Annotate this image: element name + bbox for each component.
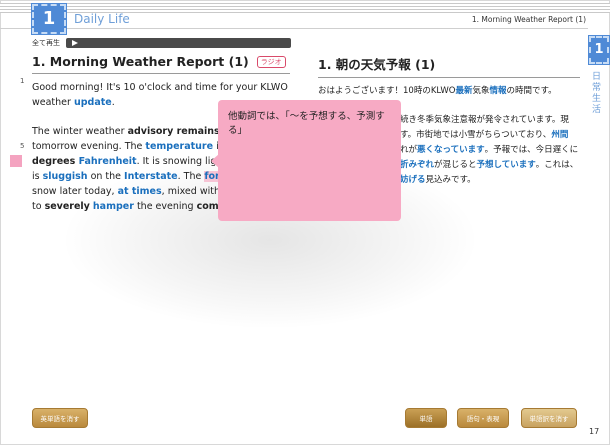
side-tab-label: 日常生活	[592, 72, 602, 115]
text-span: の時間です。	[506, 86, 557, 96]
text-span: .	[111, 97, 115, 108]
line-number: 1	[20, 77, 25, 85]
text-span: The winter weather	[32, 126, 128, 137]
japanese-title: 1. 朝の天気予報 (1)	[318, 54, 580, 78]
text-line: 妨げる見込みです。	[400, 173, 580, 188]
phrase-severely[interactable]: severely	[45, 201, 90, 212]
english-title: 1. Morning Weather Report (1) ラジオ	[32, 54, 290, 74]
text-line: Good morning! It's 10 o'clock and time f…	[32, 82, 288, 93]
play-all-label: 全て再生	[32, 39, 60, 47]
vocab-translation: 州間	[551, 130, 569, 140]
vocab-translation: 予想しています	[476, 160, 536, 170]
japanese-paragraph-1: おはようございます！10時のKLWO最新気象情報の時間です。	[318, 84, 580, 99]
vocab-word-temperature[interactable]: temperature	[145, 141, 213, 152]
hide-translations-button[interactable]: 単語訳を消す	[521, 408, 577, 428]
text-span: the evening	[133, 201, 197, 212]
vocab-translation: 最新	[455, 86, 473, 96]
text-span: す。市街地では小雪がちらついており、	[400, 130, 552, 140]
text-span: が混じると	[434, 160, 477, 170]
popup-text: 他動詞では、「〜を予想する、予測する」	[228, 111, 385, 136]
running-title: 1. Morning Weather Report (1)	[471, 15, 586, 24]
text-span: is	[32, 171, 43, 182]
text-span: weather	[32, 97, 74, 108]
text-line: す。市街地では小雪がちらついており、州間	[400, 128, 580, 143]
text-span: 。これは、	[535, 160, 579, 170]
text-line: 折みぞれが混じると予想しています。これは、	[400, 158, 580, 173]
vocab-translation: 悪くなっています	[417, 145, 485, 155]
vocab-translation: 妨げる	[400, 175, 426, 185]
vocab-translation: 折みぞれ	[400, 160, 435, 170]
vocab-word-sluggish[interactable]: sluggish	[43, 171, 88, 182]
text-span: れが	[400, 145, 418, 155]
text-line: 続き冬季気象注意報が発令されています。現	[400, 115, 569, 125]
line-number: 5	[20, 142, 25, 150]
text-span: . The	[177, 171, 205, 182]
chapter-badge: 1	[31, 3, 67, 35]
vocab-word-interstate[interactable]: Interstate	[124, 171, 178, 182]
text-span: おはようございます！10時のKLWO	[318, 86, 456, 96]
phrases-button[interactable]: 語句・表現	[457, 408, 509, 428]
radio-tag: ラジオ	[256, 55, 286, 68]
vocab-word-fahrenheit[interactable]: Fahrenheit	[79, 156, 137, 167]
vocab-word-update[interactable]: update	[74, 97, 112, 108]
text-span: , mixed with	[161, 186, 223, 197]
text-span: 見込みです。	[425, 175, 476, 185]
text-span: on the	[87, 171, 125, 182]
selection-marker	[10, 155, 22, 167]
play-icon	[72, 40, 78, 46]
vocab-translation: 情報	[489, 86, 507, 96]
text-span: snow later today,	[32, 186, 118, 197]
chapter-label: Daily Life	[74, 12, 130, 26]
side-tab-badge[interactable]: 1	[588, 35, 610, 65]
text-span: tomorrow evening. The	[32, 141, 146, 152]
text-line: れが悪くなっています。予報では、今日遅くに	[400, 143, 580, 158]
hide-english-words-button[interactable]: 英単語を消す	[32, 408, 88, 428]
words-button[interactable]: 単語	[405, 408, 447, 428]
play-all-row: 全て再生	[32, 38, 291, 48]
definition-popup[interactable]: 他動詞では、「〜を予想する、予測する」	[218, 100, 401, 221]
page-number: 17	[589, 427, 600, 436]
english-title-text: 1. Morning Weather Report (1)	[32, 54, 249, 69]
phrase-degrees[interactable]: degrees	[32, 156, 79, 167]
vocab-word-hamper[interactable]: hamper	[93, 201, 134, 212]
text-span: 。予報では、今日遅くに	[484, 145, 579, 155]
text-span: to	[32, 201, 45, 212]
header-divider	[0, 28, 588, 29]
text-span: 気象	[472, 86, 490, 96]
play-all-button[interactable]	[66, 38, 291, 48]
vocab-word-at-times[interactable]: at times	[118, 186, 162, 197]
